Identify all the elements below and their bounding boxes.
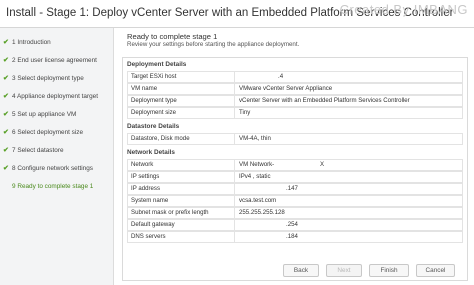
row-key: Deployment type [128, 96, 235, 106]
step-setup-vm[interactable]: ✔ 5 Set up appliance VM [0, 105, 114, 123]
check-icon: ✔ [3, 111, 9, 118]
summary-row: IP address .147 [127, 183, 463, 195]
summary-row: Datastore, Disk mode VM-4A, thin [127, 133, 463, 145]
summary-pane[interactable]: Deployment Details Target ESXi host .4 V… [122, 57, 468, 281]
summary-row: System name vcsa.test.com [127, 195, 463, 207]
row-key: VM name [128, 84, 235, 94]
check-icon: ✔ [3, 93, 9, 100]
step-label: 3 Select deployment type [12, 75, 84, 82]
step-introduction[interactable]: ✔ 1 Introduction [0, 33, 114, 51]
main-content: Ready to complete stage 1 Review your se… [118, 28, 474, 285]
step-eula[interactable]: ✔ 2 End user license agreement [0, 51, 114, 69]
check-icon: ✔ [3, 129, 9, 136]
row-key: IP address [128, 184, 235, 194]
cancel-button[interactable]: Cancel [416, 264, 455, 277]
row-value: .4 [278, 73, 284, 80]
row-key: Datastore, Disk mode [128, 134, 235, 144]
summary-row: Subnet mask or prefix length 255.255.255… [127, 207, 463, 219]
summary-row: Network VM Network- X [127, 159, 463, 171]
step-label: 4 Appliance deployment target [12, 93, 98, 100]
row-key: Subnet mask or prefix length [128, 208, 235, 218]
step-label: 1 Introduction [12, 39, 51, 46]
wizard-steps-sidebar: ✔ 1 Introduction ✔ 2 End user license ag… [0, 28, 114, 285]
finish-button[interactable]: Finish [369, 264, 409, 277]
row-key: Network [128, 160, 235, 170]
check-icon: ✔ [3, 147, 9, 154]
summary-row: DNS servers .184 [127, 231, 463, 243]
step-network-settings[interactable]: ✔ 8 Configure network settings [0, 159, 114, 177]
check-icon: ✔ [3, 57, 9, 64]
page-subtitle: Review your settings before starting the… [127, 41, 300, 48]
step-label: 6 Select deployment size [12, 129, 84, 136]
step-label: 5 Set up appliance VM [12, 111, 77, 118]
summary-row: IP settings IPv4 , static [127, 171, 463, 183]
row-key: DNS servers [128, 232, 235, 242]
row-key: Target ESXi host [128, 72, 235, 82]
row-value: .147 [286, 185, 298, 192]
row-value: VM-4A, thin [239, 135, 271, 142]
step-deployment-size[interactable]: ✔ 6 Select deployment size [0, 123, 114, 141]
row-value: VMware vCenter Server Appliance [239, 85, 333, 92]
section-title-network: Network Details [127, 149, 175, 156]
check-icon: ✔ [3, 39, 9, 46]
row-value: .184 [286, 233, 298, 240]
page-title: Ready to complete stage 1 [127, 32, 218, 41]
summary-row: Deployment size Tiny [127, 107, 463, 119]
row-key: Deployment size [128, 108, 235, 118]
row-value-suffix: X [320, 161, 325, 168]
title-bar: Install - Stage 1: Deploy vCenter Server… [0, 0, 474, 28]
row-value: vcsa.test.com [239, 197, 277, 204]
summary-row: Default gateway .254 [127, 219, 463, 231]
row-value: 255.255.255.128 [239, 209, 285, 216]
next-button[interactable]: Next [326, 264, 362, 277]
row-value: vCenter Server with an Embedded Platform… [239, 97, 410, 104]
section-title-datastore: Datastore Details [127, 123, 180, 130]
step-datastore[interactable]: ✔ 7 Select datastore [0, 141, 114, 159]
step-label: 8 Configure network settings [12, 165, 93, 172]
watermark: Created By IMBANG [339, 2, 468, 17]
check-icon: ✔ [3, 75, 9, 82]
section-title-deployment: Deployment Details [127, 61, 187, 68]
step-label: 9 Ready to complete stage 1 [12, 183, 94, 190]
check-icon: ✔ [3, 165, 9, 172]
row-value: .254 [286, 221, 298, 228]
step-label: 7 Select datastore [12, 147, 64, 154]
summary-row: Target ESXi host .4 [127, 71, 463, 83]
row-key: Default gateway [128, 220, 235, 230]
step-label: 2 End user license agreement [12, 57, 97, 64]
step-deployment-target[interactable]: ✔ 4 Appliance deployment target [0, 87, 114, 105]
row-key: System name [128, 196, 235, 206]
row-value: Tiny [239, 109, 251, 116]
step-ready-to-complete[interactable]: 9 Ready to complete stage 1 [0, 177, 114, 195]
row-value: IPv4 , static [239, 173, 271, 180]
row-value: VM Network- [239, 161, 275, 168]
step-deployment-type[interactable]: ✔ 3 Select deployment type [0, 69, 114, 87]
summary-row: Deployment type vCenter Server with an E… [127, 95, 463, 107]
back-button[interactable]: Back [283, 264, 319, 277]
row-key: IP settings [128, 172, 235, 182]
summary-row: VM name VMware vCenter Server Appliance [127, 83, 463, 95]
